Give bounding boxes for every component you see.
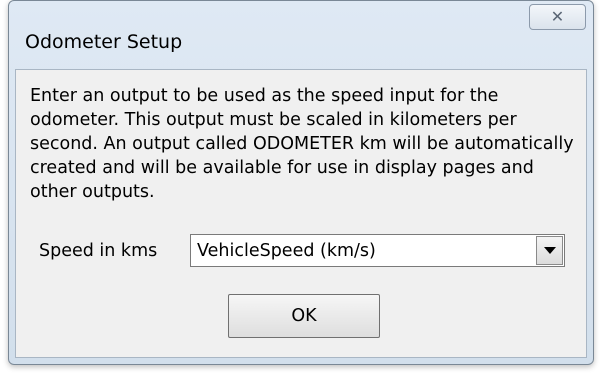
chevron-down-icon (543, 247, 556, 254)
dropdown-button[interactable] (536, 236, 563, 265)
speed-label: Speed in kms (39, 241, 158, 261)
title-bar[interactable]: Odometer Setup ✕ (9, 1, 593, 71)
close-button[interactable]: ✕ (529, 4, 586, 30)
description-text: Enter an output to be used as the speed … (30, 86, 574, 202)
close-icon: ✕ (550, 7, 565, 26)
window-title: Odometer Setup (25, 31, 183, 53)
speed-select-value: VehicleSpeed (km/s) (197, 241, 376, 261)
ok-button[interactable]: OK (228, 294, 380, 338)
odometer-setup-dialog: Odometer Setup ✕ Enter an output to be u… (8, 0, 594, 365)
speed-select[interactable]: VehicleSpeed (km/s) (190, 234, 565, 267)
dialog-body: Enter an output to be used as the speed … (15, 69, 587, 358)
